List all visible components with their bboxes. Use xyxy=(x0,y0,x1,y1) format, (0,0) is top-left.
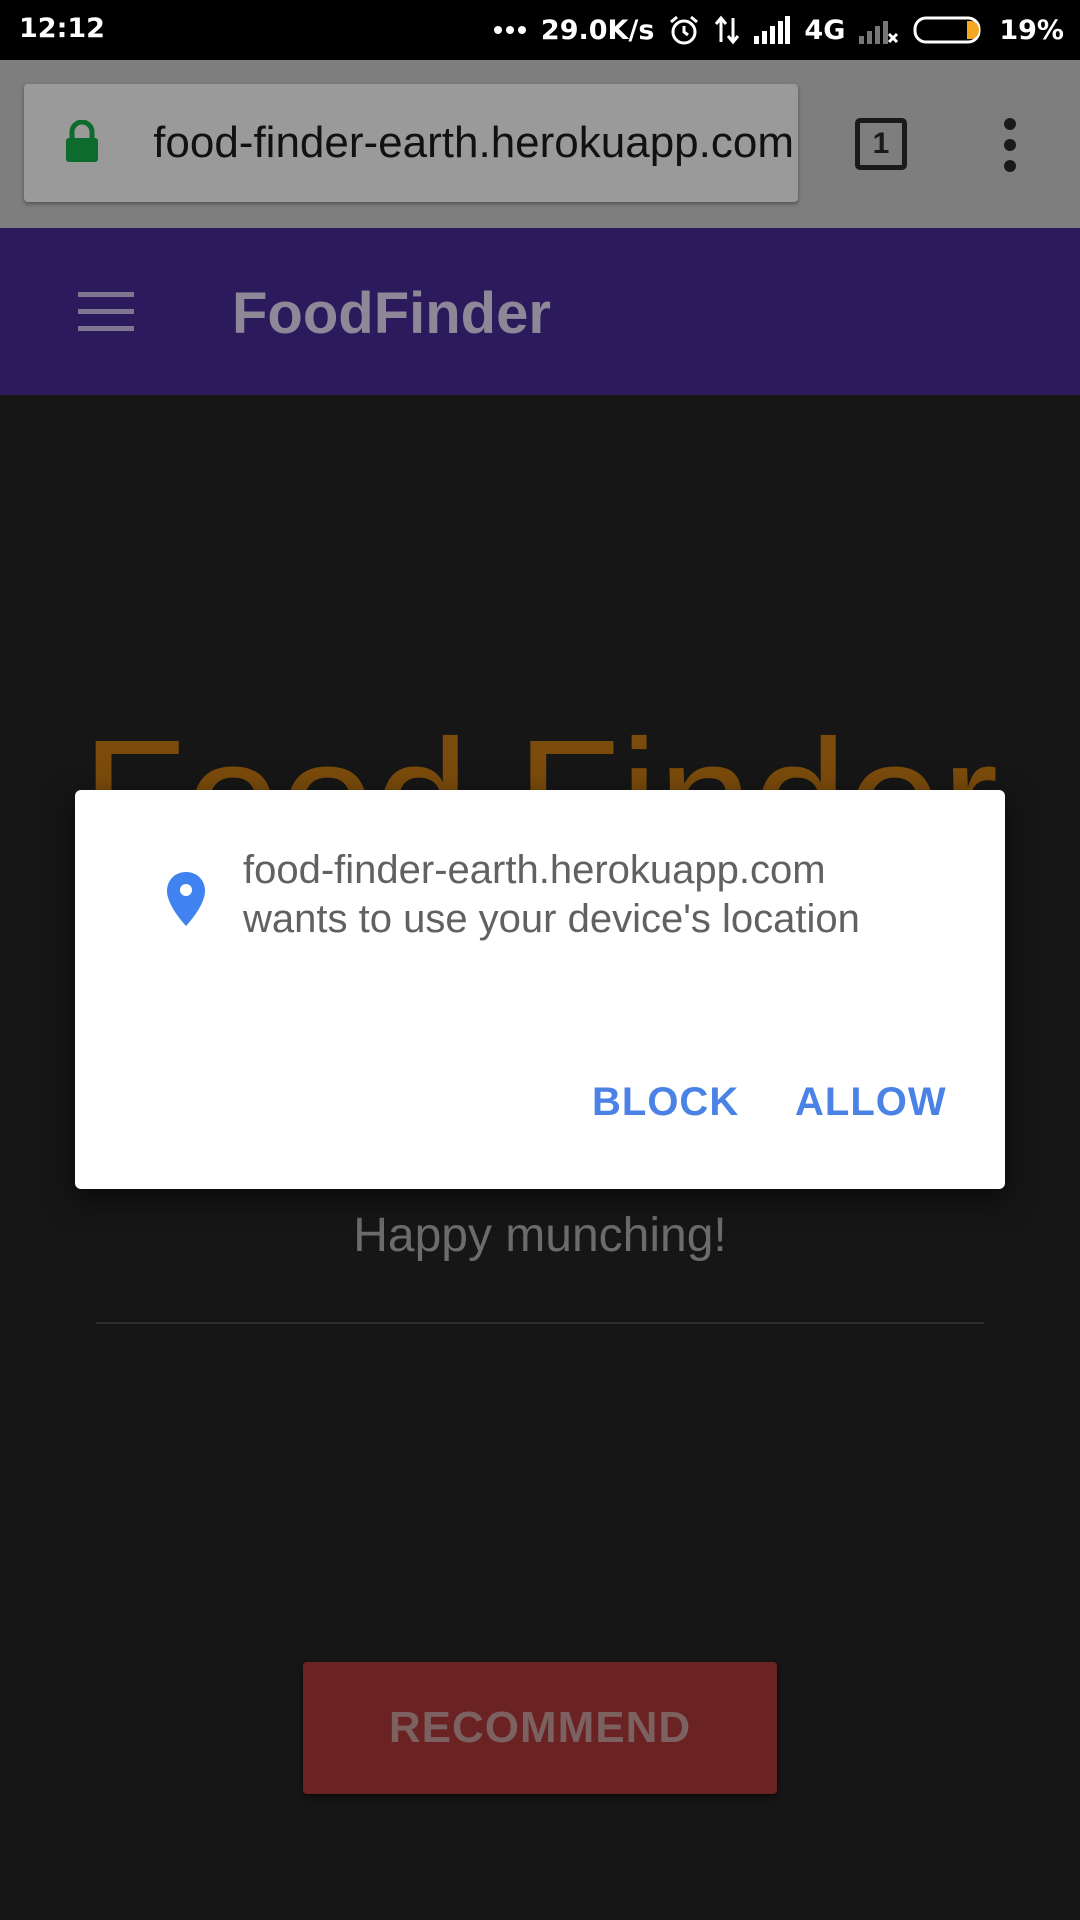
more-notifications-icon xyxy=(493,24,527,36)
status-bar: 12:12 29.0K/s 4G 19% xyxy=(0,0,1080,60)
signal-no-sim-icon xyxy=(859,16,899,44)
dialog-message-origin: food-finder-earth.herokuapp.com xyxy=(243,848,826,892)
data-transfer-icon xyxy=(714,14,740,46)
dialog-message-request: wants to use your device's location xyxy=(243,897,860,941)
lock-icon xyxy=(64,119,100,169)
alarm-icon xyxy=(668,14,700,46)
screen: 12:12 29.0K/s 4G 19% food-finder-earth.h… xyxy=(0,0,1080,1920)
status-icons: 29.0K/s 4G 19% xyxy=(493,0,1064,60)
block-button[interactable]: BLOCK xyxy=(592,1080,739,1125)
status-time: 12:12 xyxy=(19,13,105,44)
url-bar[interactable]: food-finder-earth.herokuapp.com xyxy=(24,84,798,202)
location-permission-dialog: food-finder-earth.herokuapp.com wants to… xyxy=(75,790,1005,1189)
url-text[interactable]: food-finder-earth.herokuapp.com xyxy=(154,118,794,168)
dialog-message: food-finder-earth.herokuapp.com wants to… xyxy=(243,846,963,944)
signal-icon xyxy=(754,16,791,44)
location-pin-icon xyxy=(165,870,207,933)
divider xyxy=(96,1322,984,1324)
app-header: FoodFinder xyxy=(0,228,1080,395)
battery-icon xyxy=(913,15,985,45)
hamburger-menu-icon[interactable] xyxy=(78,290,134,339)
recommend-button[interactable]: RECOMMEND xyxy=(303,1662,777,1794)
network-type: 4G xyxy=(804,14,846,46)
network-speed: 29.0K/s xyxy=(540,14,655,46)
battery-level: 19% xyxy=(999,14,1064,46)
tagline: Happy munching! xyxy=(353,1209,727,1262)
more-vert-icon[interactable] xyxy=(992,118,1028,177)
tab-switcher-button[interactable]: 1 xyxy=(855,118,907,170)
browser-toolbar: food-finder-earth.herokuapp.com 1 xyxy=(0,60,1080,228)
app-title: FoodFinder xyxy=(232,281,551,346)
allow-button[interactable]: ALLOW xyxy=(795,1080,947,1125)
